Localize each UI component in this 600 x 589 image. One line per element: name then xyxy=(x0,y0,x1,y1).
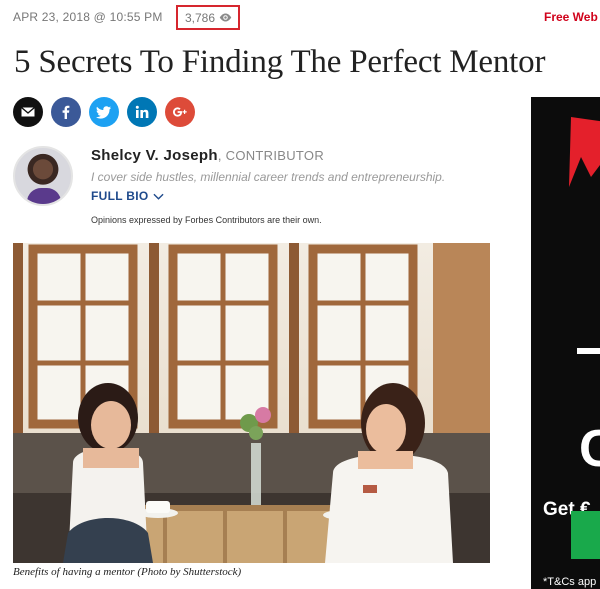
ad-logo-shape xyxy=(569,117,600,187)
author-bio: I cover side hustles, millennial career … xyxy=(91,170,446,184)
opinions-disclaimer: Opinions expressed by Forbes Contributor… xyxy=(91,215,322,225)
share-twitter-button[interactable] xyxy=(89,97,119,127)
view-count-number: 3,786 xyxy=(185,10,216,25)
share-bar xyxy=(13,97,195,127)
author-avatar[interactable] xyxy=(13,146,73,206)
ad-cta-button[interactable] xyxy=(571,511,600,559)
publish-date: APR 23, 2018 @ 10:55 PM xyxy=(13,10,163,24)
ad-big-glyph: C xyxy=(579,420,600,478)
view-count: 3,786 xyxy=(176,5,241,30)
ad-terms-text: *T&Cs app xyxy=(543,576,597,588)
google-plus-icon xyxy=(173,107,187,117)
sidebar-advertisement[interactable]: C Get € *T&Cs app xyxy=(531,97,600,589)
share-facebook-button[interactable] xyxy=(51,97,81,127)
eye-icon xyxy=(219,13,232,22)
free-web-link[interactable]: Free Web xyxy=(544,10,598,24)
linkedin-icon xyxy=(135,105,149,118)
email-icon xyxy=(21,106,35,117)
full-bio-link[interactable]: FULL BIO xyxy=(91,189,164,203)
top-meta-bar: APR 23, 2018 @ 10:55 PM 3,786 Free Web xyxy=(0,0,600,36)
author-role: CONTRIBUTOR xyxy=(225,148,325,163)
article-title: 5 Secrets To Finding The Perfect Mentor xyxy=(14,44,546,80)
chevron-down-icon xyxy=(152,193,164,200)
share-email-button[interactable] xyxy=(13,97,43,127)
share-linkedin-button[interactable] xyxy=(127,97,157,127)
facebook-icon xyxy=(62,105,70,119)
article-hero-image xyxy=(13,243,490,563)
share-google-plus-button[interactable] xyxy=(165,97,195,127)
twitter-icon xyxy=(96,106,111,119)
author-line: Shelcy V. Joseph, CONTRIBUTOR xyxy=(91,147,324,164)
author-separator: , xyxy=(217,148,226,163)
full-bio-label: FULL BIO xyxy=(91,189,149,203)
author-name[interactable]: Shelcy V. Joseph xyxy=(91,147,218,164)
image-caption: Benefits of having a mentor (Photo by Sh… xyxy=(13,566,242,578)
